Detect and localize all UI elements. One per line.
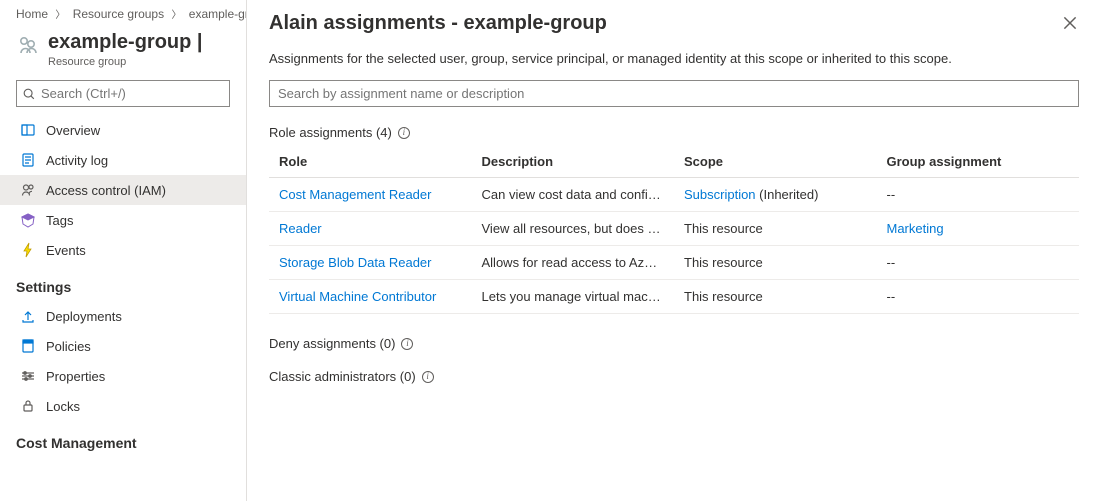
classic-admins-heading-text: Classic administrators (0) [269, 369, 416, 384]
menu-heading-cost-management: Cost Management [0, 421, 246, 457]
deny-assignments-heading-text: Deny assignments (0) [269, 336, 395, 351]
menu-item-policies[interactable]: Policies [0, 331, 246, 361]
group-assignment: -- [877, 246, 1080, 280]
group-assignment: Marketing [877, 212, 1080, 246]
role-scope: This resource [674, 246, 877, 280]
properties-icon [20, 368, 36, 384]
menu-item-label: Events [46, 243, 86, 258]
events-icon [20, 242, 36, 258]
role-link[interactable]: Reader [279, 221, 322, 236]
overview-icon [20, 122, 36, 138]
col-group[interactable]: Group assignment [877, 146, 1080, 178]
panel-title: Alain assignments - example-group [269, 12, 1079, 35]
menu-item-label: Policies [46, 339, 91, 354]
role-description: Can view cost data and configur… [472, 178, 675, 212]
info-icon[interactable]: i [422, 371, 434, 383]
chevron-right-icon: 〉 [55, 10, 65, 21]
chevron-right-icon: 〉 [171, 10, 181, 21]
table-row: Cost Management Reader Can view cost data… [269, 178, 1079, 212]
close-icon[interactable] [1061, 14, 1079, 32]
menu-item-locks[interactable]: Locks [0, 391, 246, 421]
role-description: Allows for read access to Azure … [472, 246, 675, 280]
breadcrumb-home[interactable]: Home [16, 7, 48, 21]
role-link[interactable]: Cost Management Reader [279, 187, 431, 202]
role-assignments-heading: Role assignments (4) i [269, 125, 1079, 140]
scope-extra: (Inherited) [756, 187, 819, 202]
assignments-panel: Alain assignments - example-group Assign… [247, 0, 1101, 501]
menu-item-label: Deployments [46, 309, 122, 324]
breadcrumb-current[interactable]: example-group [189, 7, 246, 21]
panel-description: Assignments for the selected user, group… [269, 51, 1079, 66]
policies-icon [20, 338, 36, 354]
menu-item-label: Activity log [46, 153, 108, 168]
scope-extra: This resource [684, 221, 763, 236]
deny-assignments-heading: Deny assignments (0) i [269, 336, 1079, 351]
search-icon [22, 87, 36, 101]
table-row: Virtual Machine Contributor Lets you mana… [269, 280, 1079, 314]
menu-item-properties[interactable]: Properties [0, 361, 246, 391]
access-control-icon [20, 182, 36, 198]
menu-item-label: Overview [46, 123, 100, 138]
sidebar: Home 〉 Resource groups 〉 example-group e… [0, 0, 247, 501]
group-link[interactable]: Marketing [887, 221, 944, 236]
table-header-row: Role Description Scope Group assignment [269, 146, 1079, 178]
menu-item-activity-log[interactable]: Activity log [0, 145, 246, 175]
table-row: Storage Blob Data Reader Allows for read … [269, 246, 1079, 280]
menu-item-label: Tags [46, 213, 73, 228]
role-link[interactable]: Virtual Machine Contributor [279, 289, 436, 304]
role-description: Lets you manage virtual machin… [472, 280, 675, 314]
breadcrumb: Home 〉 Resource groups 〉 example-group [0, 6, 246, 25]
role-description: View all resources, but does not… [472, 212, 675, 246]
menu-item-label: Locks [46, 399, 80, 414]
col-role[interactable]: Role [269, 146, 472, 178]
deployments-icon [20, 308, 36, 324]
group-assignment: -- [877, 280, 1080, 314]
scope-extra: This resource [684, 255, 763, 270]
scope-link[interactable]: Subscription [684, 187, 756, 202]
breadcrumb-resource-groups[interactable]: Resource groups [73, 7, 164, 21]
role-scope: Subscription (Inherited) [674, 178, 877, 212]
sidebar-search-input[interactable] [16, 80, 230, 107]
col-description[interactable]: Description [472, 146, 675, 178]
panel-search-input[interactable] [269, 80, 1079, 107]
activity-log-icon [20, 152, 36, 168]
menu-item-events[interactable]: Events [0, 235, 246, 265]
menu-item-tags[interactable]: Tags [0, 205, 246, 235]
info-icon[interactable]: i [401, 338, 413, 350]
role-assignments-table: Role Description Scope Group assignment … [269, 146, 1079, 314]
menu-item-overview[interactable]: Overview [0, 115, 246, 145]
classic-admins-heading: Classic administrators (0) i [269, 369, 1079, 384]
resource-header: example-group | Resource group [0, 25, 246, 80]
scope-extra: This resource [684, 289, 763, 304]
resource-group-icon [16, 33, 40, 57]
role-scope: This resource [674, 212, 877, 246]
role-assignments-heading-text: Role assignments (4) [269, 125, 392, 140]
menu-heading-settings: Settings [0, 265, 246, 301]
menu-item-label: Access control (IAM) [46, 183, 166, 198]
role-link[interactable]: Storage Blob Data Reader [279, 255, 431, 270]
group-assignment: -- [877, 178, 1080, 212]
sidebar-search[interactable] [16, 80, 230, 107]
resource-title: example-group | [48, 31, 203, 54]
role-scope: This resource [674, 280, 877, 314]
table-row: Reader View all resources, but does not… T… [269, 212, 1079, 246]
menu-item-access-control[interactable]: Access control (IAM) [0, 175, 246, 205]
col-scope[interactable]: Scope [674, 146, 877, 178]
tags-icon [20, 212, 36, 228]
menu: Overview Activity log Access control (IA… [0, 115, 246, 501]
menu-item-label: Properties [46, 369, 105, 384]
locks-icon [20, 398, 36, 414]
resource-subtitle: Resource group [48, 56, 203, 68]
menu-item-deployments[interactable]: Deployments [0, 301, 246, 331]
info-icon[interactable]: i [398, 127, 410, 139]
